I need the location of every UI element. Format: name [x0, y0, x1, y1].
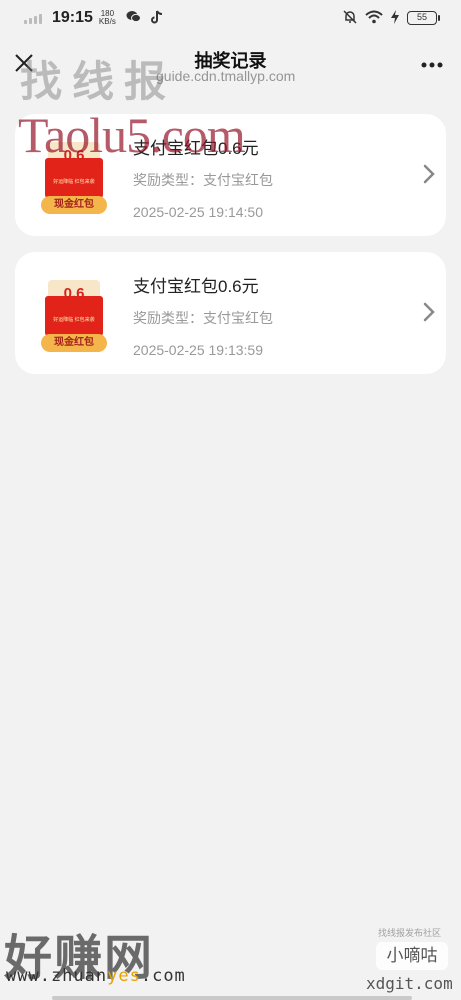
watermark-zhuanyes-post: .com: [140, 966, 186, 986]
chevron-right-icon[interactable]: [422, 164, 438, 186]
net-speed: 180 KB/s: [99, 10, 116, 26]
record-type: 奖励类型：支付宝红包: [133, 172, 273, 188]
status-bar: 19:15 180 KB/s 55: [0, 0, 461, 36]
record-card[interactable]: 0.6 好运降临 红包来袭 现金红包 支付宝红包0.6元 奖励类型：支付宝红包 …: [15, 252, 446, 374]
charging-icon: [391, 9, 399, 27]
envelope-ribbon: 现金红包: [41, 334, 107, 352]
envelope-slogan: 好运降临 红包来袭: [53, 317, 95, 323]
more-icon[interactable]: [421, 62, 443, 68]
signal-icon: [24, 12, 42, 24]
tiktok-icon: [150, 10, 163, 27]
wechat-icon: [126, 10, 141, 26]
watermark-zhuanyes-pre: www.zhuan: [6, 966, 108, 986]
record-type: 奖励类型：支付宝红包: [133, 310, 273, 326]
battery-icon: 55: [407, 11, 440, 25]
status-time: 19:15: [52, 9, 93, 26]
envelope-slogan: 好运降临 红包来袭: [53, 179, 95, 185]
red-envelope-image: 0.6 好运降临 红包来袭 现金红包: [39, 276, 109, 354]
wifi-icon: [365, 10, 383, 27]
watermark-zhuanyes-highlight: yes: [107, 966, 141, 986]
net-speed-unit: KB/s: [98, 17, 116, 26]
watermark-xdgit: xdgit.com: [366, 974, 453, 993]
home-indicator[interactable]: [52, 996, 412, 1000]
mute-icon: [343, 9, 357, 27]
watermark-xiaodigu: 小嘀咕: [376, 942, 448, 970]
watermark-taolu: Taolu5.com: [18, 107, 246, 163]
more-button[interactable]: [421, 54, 443, 68]
envelope-amount: 0.6: [63, 285, 85, 302]
chevron-right-icon[interactable]: [422, 302, 438, 324]
watermark-domain: guide.cdn.tmallyp.com: [156, 68, 296, 84]
watermark-zhaoxianbao: 找线报: [20, 57, 177, 106]
watermark-community: 找线报发布社区: [378, 928, 442, 938]
watermark-zhuanyes: www.zhuanyes.com: [6, 966, 186, 986]
record-date: 2025-02-25 19:13:59: [133, 342, 263, 358]
envelope-ribbon: 现金红包: [41, 196, 107, 214]
record-title: 支付宝红包0.6元: [133, 277, 259, 296]
record-date: 2025-02-25 19:14:50: [133, 204, 263, 220]
